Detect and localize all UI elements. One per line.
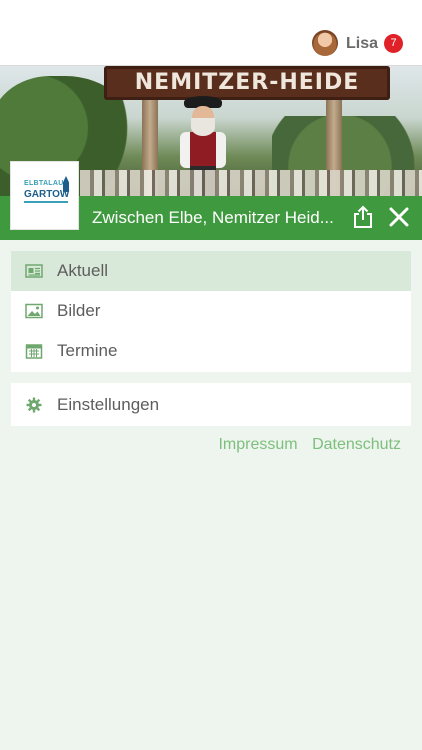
logo-text-bottom: GARTOW [24,189,70,200]
main-menu: Aktuell Bilder Termine [11,251,411,372]
impressum-link[interactable]: Impressum [218,436,297,453]
image-icon [25,303,43,319]
menu-item-aktuell[interactable]: Aktuell [11,251,411,291]
menu-item-label: Termine [57,341,118,360]
hero-sign: NEMITZER-HEIDE [104,66,390,100]
menu-item-einstellungen[interactable]: Einstellungen [11,383,411,426]
username[interactable]: Lisa [346,35,378,53]
calendar-icon [25,344,43,359]
hero-sheep [80,170,422,196]
avatar[interactable] [312,30,338,56]
menu-item-label: Aktuell [57,261,109,280]
settings-menu: Einstellungen [11,383,411,426]
menu-item-termine[interactable]: Termine [11,331,411,371]
notification-badge[interactable]: 7 [384,34,403,53]
newspaper-icon [25,264,43,278]
top-bar: Lisa 7 [0,0,422,66]
brand-logo: ELBTALAUE GARTOW [10,161,79,230]
hero-sign-text: NEMITZER-HEIDE [134,70,360,95]
page-title: Zwischen Elbe, Nemitzer Heid... [92,208,334,227]
menu-item-bilder[interactable]: Bilder [11,291,411,331]
footer-links: Impressum Datenschutz [208,436,401,454]
share-icon[interactable] [352,205,374,229]
menu-item-label: Einstellungen [57,395,160,414]
close-icon[interactable] [388,206,410,228]
gear-icon [26,397,42,413]
logo-text-top: ELBTALAUE [24,180,69,187]
menu-item-label: Bilder [57,301,101,320]
datenschutz-link[interactable]: Datenschutz [312,436,401,453]
